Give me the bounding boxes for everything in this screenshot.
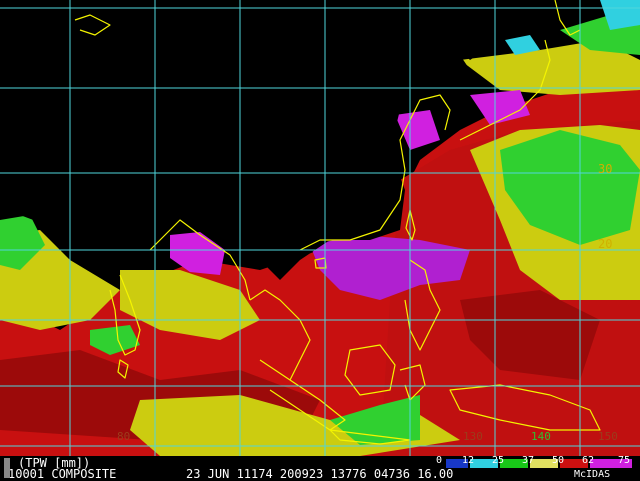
lon-label-140: 140: [531, 430, 551, 443]
lat-label-20: 20: [598, 237, 613, 251]
legend-tick: 12: [462, 455, 475, 466]
legend-tick: 62: [582, 455, 595, 466]
tpw-composite-map: [0, 0, 640, 456]
legend-tick: 37: [522, 455, 535, 466]
product-label: 10001 COMPOSITE: [8, 467, 117, 481]
lon-label-80: 80: [117, 430, 131, 443]
legend-tick: 25: [492, 455, 505, 466]
lon-label-130: 130: [463, 430, 483, 443]
lat-label-30: 30: [598, 162, 613, 176]
moisture-field: [0, 0, 640, 456]
status-marker: [4, 458, 10, 478]
timestamp-label: 23 JUN 11174 200923 13776 04736 16.00: [186, 467, 454, 481]
tpw-color-legend: 0 12 25 37 50 62 75 McIDAS: [436, 455, 640, 480]
brand-label: McIDAS: [574, 469, 611, 480]
legend-tick: 50: [552, 455, 565, 466]
legend-tick: 75: [618, 455, 631, 466]
lon-label-150: 150: [598, 430, 618, 443]
legend-tick: 0: [436, 455, 443, 466]
